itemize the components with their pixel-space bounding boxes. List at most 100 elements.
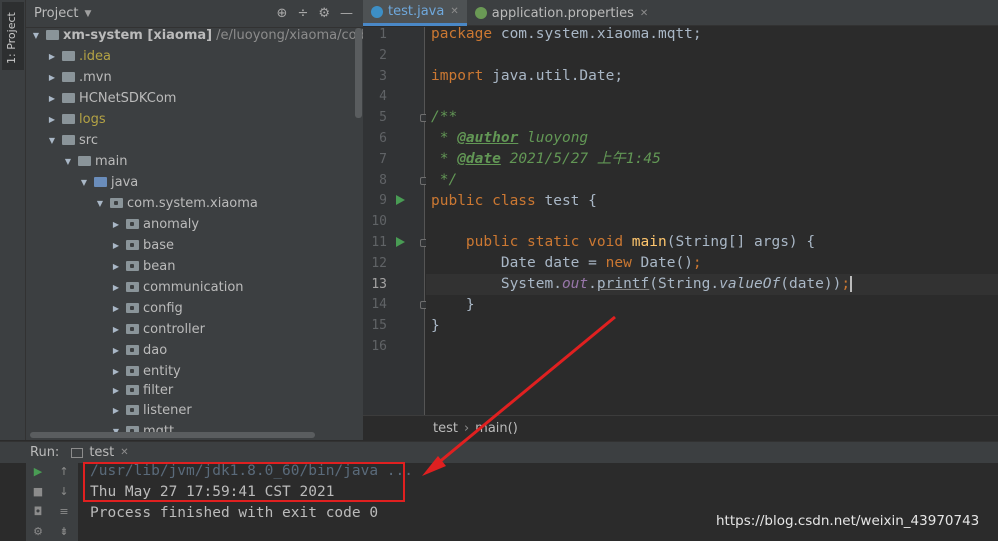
- scroll-up-icon[interactable]: ↑: [56, 465, 72, 478]
- tree-item-communication[interactable]: ▶ communication: [110, 277, 244, 297]
- collapsed-arrow-icon[interactable]: ▶: [110, 262, 122, 271]
- code-line-7: * @date 2021/5/27 上午1:45: [431, 149, 661, 170]
- close-icon[interactable]: ✕: [640, 8, 648, 19]
- tree-item-label: controller: [143, 321, 206, 337]
- expanded-arrow-icon[interactable]: ▼: [78, 178, 90, 187]
- project-panel: Project ▼ ⊕ ÷ ⚙ — ▼ xm-system [xiaoma] /…: [26, 0, 363, 440]
- close-icon[interactable]: ✕: [120, 447, 128, 458]
- run-class-icon[interactable]: [396, 195, 405, 205]
- run-main-icon[interactable]: [396, 237, 405, 247]
- comment: *: [431, 130, 458, 146]
- tree-item-mvn[interactable]: ▶ .mvn: [46, 67, 112, 87]
- collapsed-arrow-icon[interactable]: ▶: [46, 52, 58, 61]
- tab-label: test.java: [388, 4, 445, 19]
- tree-item-java[interactable]: ▼ java: [78, 172, 138, 192]
- code-editor[interactable]: package com.system.xiaoma.mqtt; import j…: [426, 27, 998, 415]
- tree-item-filter[interactable]: ▶ filter: [110, 380, 173, 400]
- project-panel-header: Project ▼ ⊕ ÷ ⚙ —: [26, 0, 363, 28]
- console-exit-message: Process finished with exit code 0: [90, 505, 379, 521]
- java-class-icon: [371, 5, 383, 18]
- comment: 2021/5/27 上午1:45: [500, 151, 661, 167]
- chevron-down-icon[interactable]: ▼: [84, 9, 91, 19]
- tree-item-logs[interactable]: ▶ logs: [46, 109, 106, 129]
- tree-item-path: /e/luoyong/xiaoma/code/x: [216, 27, 363, 43]
- expanded-arrow-icon[interactable]: ▼: [30, 31, 42, 40]
- breadcrumb-separator: ›: [463, 421, 470, 436]
- code-text: System.: [431, 276, 562, 292]
- tree-item-label: config: [143, 300, 183, 316]
- method-call: printf: [596, 276, 650, 292]
- tree-item-root[interactable]: ▼ xm-system [xiaoma] /e/luoyong/xiaoma/c…: [30, 25, 363, 45]
- collapsed-arrow-icon[interactable]: ▶: [46, 115, 58, 124]
- tree-item-idea[interactable]: ▶ .idea: [46, 46, 111, 66]
- expanded-arrow-icon[interactable]: ▼: [94, 199, 106, 208]
- expanded-arrow-icon[interactable]: ▼: [62, 157, 74, 166]
- camera-icon[interactable]: ◘: [30, 505, 46, 518]
- tree-item-dao[interactable]: ▶ dao: [110, 340, 167, 360]
- scroll-down-icon[interactable]: ↓: [56, 485, 72, 498]
- keyword: import: [431, 68, 484, 84]
- folder-icon: [62, 135, 75, 145]
- code-line-9: public class test {: [431, 191, 597, 212]
- tree-item-label: com.system.xiaoma: [127, 195, 258, 211]
- tree-item-base[interactable]: ▶ base: [110, 235, 174, 255]
- close-icon[interactable]: ✕: [450, 6, 458, 17]
- collapsed-arrow-icon[interactable]: ▶: [110, 283, 122, 292]
- collapsed-arrow-icon[interactable]: ▶: [110, 346, 122, 355]
- breadcrumb-class[interactable]: test: [433, 421, 458, 436]
- gear-icon[interactable]: ⚙: [318, 6, 330, 21]
- line-number: 14: [371, 297, 387, 312]
- code-text: }: [431, 297, 475, 313]
- scroll-to-end-icon[interactable]: ⇟: [56, 525, 72, 538]
- collapsed-arrow-icon[interactable]: ▶: [110, 386, 122, 395]
- settings-icon[interactable]: ⚙: [30, 525, 46, 538]
- tab-test-java[interactable]: test.java ✕: [363, 0, 467, 26]
- collapsed-arrow-icon[interactable]: ▶: [46, 94, 58, 103]
- tree-item-entity[interactable]: ▶ entity: [110, 361, 181, 381]
- project-tool-tab[interactable]: 1: Project: [2, 2, 24, 70]
- package-icon: [126, 261, 139, 271]
- collapsed-arrow-icon[interactable]: ▶: [110, 367, 122, 376]
- package-icon: [126, 219, 139, 229]
- tree-item-hcnetsdkcom[interactable]: ▶ HCNetSDKCom: [46, 88, 177, 108]
- tree-item-anomaly[interactable]: ▶ anomaly: [110, 214, 199, 234]
- soft-wrap-icon[interactable]: ≡: [56, 505, 72, 518]
- tab-application-properties[interactable]: application.properties ✕: [467, 0, 657, 26]
- expanded-arrow-icon[interactable]: ▼: [46, 136, 58, 145]
- project-vertical-scrollbar[interactable]: [355, 28, 362, 118]
- line-number: 9: [379, 193, 387, 208]
- tree-item-controller[interactable]: ▶ controller: [110, 319, 205, 339]
- comment: /**: [431, 109, 458, 125]
- keyword: public static void: [465, 234, 624, 250]
- source-folder-icon: [94, 177, 107, 187]
- hide-icon[interactable]: —: [340, 6, 353, 21]
- rerun-icon[interactable]: ▶: [30, 465, 46, 478]
- collapsed-arrow-icon[interactable]: ▶: [46, 73, 58, 82]
- tree-item-package-root[interactable]: ▼ com.system.xiaoma: [94, 193, 258, 213]
- tree-item-label: dao: [143, 342, 168, 358]
- tree-item-listener[interactable]: ▶ listener: [110, 400, 192, 420]
- breadcrumb-method[interactable]: main(): [475, 421, 518, 436]
- folder-icon: [62, 51, 75, 61]
- collapsed-arrow-icon[interactable]: ▶: [110, 406, 122, 415]
- tree-item-src[interactable]: ▼ src: [46, 130, 98, 150]
- collapse-all-icon[interactable]: ÷: [297, 6, 308, 21]
- locate-icon[interactable]: ⊕: [277, 6, 288, 21]
- collapsed-arrow-icon[interactable]: ▶: [110, 325, 122, 334]
- collapsed-arrow-icon[interactable]: ▶: [110, 304, 122, 313]
- collapsed-arrow-icon[interactable]: ▶: [110, 241, 122, 250]
- tree-item-label: filter: [143, 382, 174, 398]
- package-icon: [126, 240, 139, 250]
- collapsed-arrow-icon[interactable]: ▶: [110, 220, 122, 229]
- project-horizontal-scrollbar[interactable]: [30, 432, 315, 438]
- project-panel-title[interactable]: Project: [34, 6, 78, 21]
- tree-item-main[interactable]: ▼ main: [62, 151, 128, 171]
- code-text: .: [588, 276, 597, 292]
- run-tab-test[interactable]: test ✕: [71, 445, 129, 460]
- stop-icon[interactable]: ■: [30, 485, 46, 498]
- tree-item-config[interactable]: ▶ config: [110, 298, 183, 318]
- run-toolbar: ▶ ↑ ■ ↓ ◘ ≡ ⚙ ⇟: [26, 463, 78, 541]
- editor-gutter[interactable]: 1 2 3 4 5 6 7 8 9 10 11 12 13 14 15 16: [363, 27, 428, 415]
- tree-item-bean[interactable]: ▶ bean: [110, 256, 176, 276]
